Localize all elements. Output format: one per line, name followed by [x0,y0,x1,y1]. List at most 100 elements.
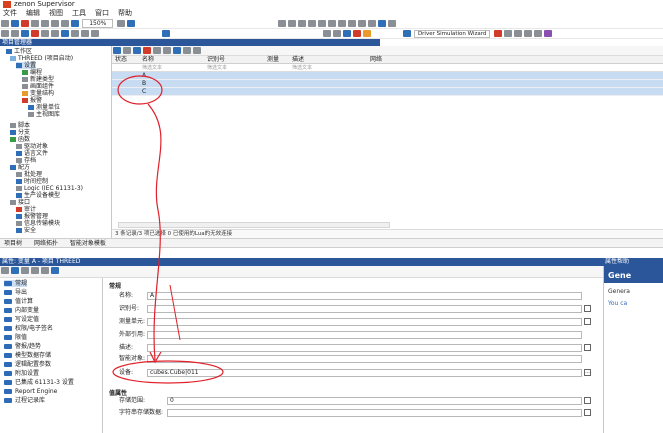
menu-file[interactable]: 文件 [3,9,17,17]
open-icon[interactable] [11,30,19,37]
tab-project-tree[interactable]: 项目树 [4,240,22,247]
filter-list-icon[interactable] [183,47,191,54]
tree-item-script[interactable]: 脚本 [10,122,30,129]
edit-id-button[interactable] [584,305,591,312]
delete-icon[interactable] [143,47,151,54]
align-left-icon[interactable] [277,20,286,27]
tree-item-alarm[interactable]: 报警 [22,97,42,104]
edit-storage-button[interactable] [584,397,591,404]
horizontal-scrollbar[interactable] [118,222,390,228]
tree-item-recipe[interactable]: 配方 [10,164,30,171]
tree-item-equipment[interactable]: 生产设备模型 [16,192,60,199]
distribute-icon[interactable] [337,20,346,27]
tree-item-settings[interactable]: 设置 [16,62,37,69]
copy-icon[interactable] [31,20,39,27]
tree-item-programming[interactable]: 编程 [22,69,42,76]
cut-icon[interactable] [21,20,29,27]
pause-icon[interactable] [523,30,532,37]
align-right-icon[interactable] [297,20,306,27]
device-browse-button[interactable]: ... [584,369,591,376]
play-icon[interactable] [31,30,39,37]
zoom-level[interactable]: 150% [82,19,114,28]
link-icon[interactable] [133,47,141,54]
tree-item-security[interactable]: 安全 [16,227,36,234]
cat-internal[interactable]: 内部变量 [4,307,39,314]
field-name[interactable]: A [147,292,582,300]
cat-additional[interactable]: 附加设置 [4,370,39,377]
paste-icon[interactable] [41,20,49,27]
tree-item-new-type[interactable]: 新建类型 [22,76,54,83]
ungroup-icon[interactable] [387,20,396,27]
edit-description-button[interactable] [584,344,591,351]
cat-setvalue[interactable]: 写设定值 [4,316,39,323]
filter-name[interactable]: 筛选文本 [142,64,162,72]
grid-icon[interactable] [116,20,125,27]
step-icon[interactable] [503,30,512,37]
field-device[interactable]: cubes.Cube|011 [147,369,582,377]
tree-item-screens[interactable]: 画面组件 [22,83,54,90]
window-icon[interactable] [323,30,332,37]
cat-export[interactable]: 导出 [4,289,27,296]
menu-help[interactable]: 帮助 [118,9,132,17]
col-network[interactable]: 网络 [370,56,382,64]
field-string-storage[interactable] [167,409,582,417]
undo-icon[interactable] [51,20,59,27]
tree-project[interactable]: THREED (项目启动) [10,55,73,62]
table-row[interactable]: A [112,72,663,80]
tree-workspace[interactable]: 工作区 [6,48,32,55]
tree-item-branch[interactable]: 分支 [10,129,30,136]
tree-item-logic[interactable]: Logic (IEC 61131-3) [16,185,83,192]
table-row[interactable]: B [112,80,663,88]
monitor-icon[interactable] [162,30,171,37]
same-size-icon[interactable] [367,20,376,27]
cat-process-record[interactable]: 过程记录库 [4,397,45,404]
sort-props-icon[interactable] [31,267,39,274]
field-external[interactable] [147,331,582,339]
tree-item-language[interactable]: 语言文件 [16,150,48,157]
tab-smart-object-templates[interactable]: 智能对象模板 [70,240,106,247]
cat-storage[interactable]: 模型数据存储 [4,352,51,359]
save-icon[interactable] [11,20,19,27]
cat-iec[interactable]: 已集成 61131-3 设置 [4,379,74,386]
tree-item-audit[interactable]: 审计 [16,206,36,213]
list-view-icon[interactable] [11,267,19,274]
table-row[interactable]: C [112,88,663,96]
help-icon[interactable] [126,20,135,27]
new-icon[interactable] [1,20,9,27]
tree-item-alarm-mgmt[interactable]: 报警管理 [16,213,48,220]
filter-id[interactable]: 筛选文本 [207,64,227,72]
end-icon[interactable] [533,30,542,37]
db-icon[interactable] [343,30,352,37]
cat-limits[interactable]: 限值 [4,334,27,341]
sort-icon[interactable] [193,47,201,54]
align-middle-icon[interactable] [317,20,326,27]
cat-general[interactable]: 常规 [4,280,28,287]
field-smart-object[interactable] [147,355,582,363]
box-icon[interactable] [81,30,89,37]
edit-string-button[interactable] [584,409,591,416]
export-icon[interactable] [153,47,161,54]
col-name[interactable]: 名称 [142,56,154,64]
filter-description[interactable]: 筛选文本 [292,64,312,72]
search-icon[interactable] [173,47,181,54]
help-props-icon[interactable] [51,267,59,274]
col-description[interactable]: 描述 [292,56,304,64]
tree-item-library[interactable]: 主视图库 [28,111,60,118]
col-status[interactable]: 状态 [115,56,127,64]
col-id[interactable]: 识别号 [207,56,225,64]
menu-view[interactable]: 视图 [49,9,63,17]
add-icon[interactable] [113,47,121,54]
start-sim-icon[interactable] [493,30,502,37]
align-bottom-icon[interactable] [327,20,336,27]
tree-item-function[interactable]: 函数 [10,136,30,143]
chart-line-icon[interactable] [363,30,372,37]
group-icon[interactable] [377,20,386,27]
menu-window[interactable]: 窗口 [95,9,109,17]
tree-item-archive[interactable]: 存档 [16,157,36,164]
cat-permission[interactable]: 权限/电子签名 [4,325,53,332]
compile-icon[interactable] [41,30,49,37]
same-width-icon[interactable] [347,20,356,27]
cat-alarm-trend[interactable]: 警报/趋势 [4,343,41,350]
import-icon[interactable] [163,47,171,54]
menu-edit[interactable]: 编辑 [26,9,40,17]
